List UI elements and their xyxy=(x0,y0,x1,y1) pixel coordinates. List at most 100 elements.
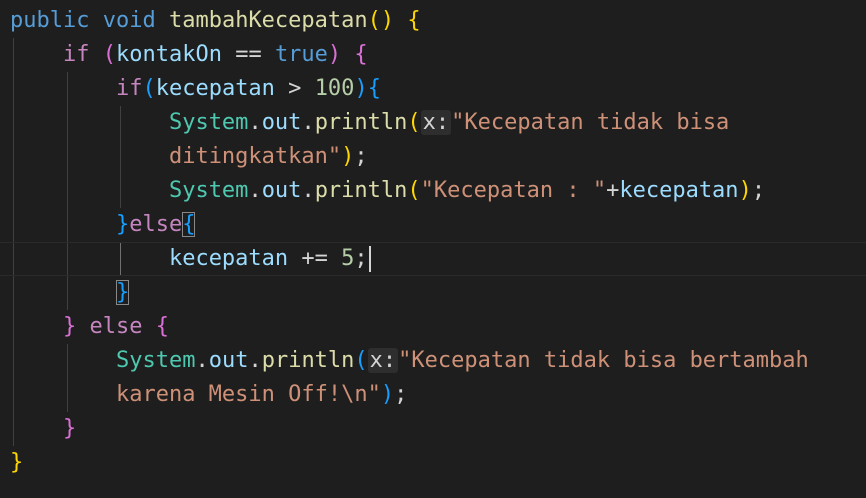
code-token: ( xyxy=(354,348,368,373)
code-token: { xyxy=(367,76,381,101)
code-editor[interactable]: public void tambahKecepatan() { if (kont… xyxy=(0,0,866,498)
code-token: += xyxy=(288,246,342,271)
code-token: . xyxy=(248,110,262,135)
code-token: ; xyxy=(354,144,368,169)
code-token: kontakOn xyxy=(115,42,222,67)
code-token: ditingkatkan" xyxy=(168,144,342,169)
text-cursor xyxy=(368,246,371,272)
code-token: out xyxy=(208,348,249,373)
code-line[interactable]: kecepatan += 5; xyxy=(0,242,866,276)
code-token: out xyxy=(261,178,302,203)
code-token: } xyxy=(115,280,130,305)
code-token: out xyxy=(261,110,302,135)
code-token: println xyxy=(314,110,408,135)
code-line[interactable]: }else{ xyxy=(0,208,866,242)
code-token: public xyxy=(10,8,90,33)
code-token: . xyxy=(248,178,262,203)
code-line[interactable]: } xyxy=(0,446,866,480)
code-token: ( xyxy=(407,178,421,203)
code-token: else xyxy=(129,212,183,237)
code-token: System xyxy=(168,178,249,203)
code-token: "Kecepatan tidak bisa bertambah xyxy=(398,348,809,373)
code-token: println xyxy=(314,178,408,203)
code-token: if xyxy=(62,42,90,67)
code-token: { xyxy=(354,42,368,67)
code-line[interactable]: if(kecepatan > 100){ xyxy=(0,72,866,106)
code-token: ( xyxy=(142,76,156,101)
code-token: ; xyxy=(394,382,408,407)
code-token: ) xyxy=(738,178,752,203)
code-token: () xyxy=(367,8,395,33)
code-token: + xyxy=(606,178,620,203)
code-token: . xyxy=(248,348,262,373)
code-token: true xyxy=(274,42,328,67)
code-token: ) xyxy=(354,76,368,101)
code-token: } xyxy=(10,450,24,475)
parameter-hint: x: xyxy=(420,110,452,135)
code-token: . xyxy=(195,348,209,373)
parameter-hint: x: xyxy=(367,348,399,373)
code-token: ; xyxy=(354,246,368,271)
code-token: } xyxy=(62,416,77,441)
code-token: . xyxy=(301,178,315,203)
code-token: "Kecepatan : " xyxy=(420,178,607,203)
code-token: { xyxy=(155,314,169,339)
code-token: { xyxy=(182,212,196,237)
code-token: tambahKecepatan xyxy=(168,8,368,33)
code-token: ; xyxy=(751,178,766,203)
code-token: ) xyxy=(341,144,355,169)
code-token: if xyxy=(115,76,143,101)
code-token: 5 xyxy=(341,246,355,271)
code-token: kecepatan xyxy=(619,178,739,203)
code-line[interactable]: if (kontakOn == true) { xyxy=(0,38,866,72)
code-token: ( xyxy=(102,42,116,67)
code-token: ) xyxy=(327,42,342,67)
code-token: karena Mesin Off!\n" xyxy=(115,382,381,407)
code-line[interactable]: ditingkatkan"); xyxy=(0,140,866,174)
code-line[interactable]: } xyxy=(0,276,866,310)
code-token: kecepatan xyxy=(168,246,289,271)
code-token: "Kecepatan tidak bisa xyxy=(451,110,730,135)
code-line[interactable]: karena Mesin Off!\n"); xyxy=(0,378,866,412)
code-token: ) xyxy=(380,382,395,407)
code-token: System xyxy=(115,348,196,373)
code-line[interactable]: } xyxy=(0,412,866,446)
code-token: > xyxy=(274,76,315,101)
code-line[interactable]: } else { xyxy=(0,310,866,344)
code-token: . xyxy=(301,110,315,135)
code-token: else xyxy=(89,314,143,339)
code-token: kecepatan xyxy=(155,76,275,101)
code-token: void xyxy=(102,8,156,33)
code-token: } xyxy=(115,212,130,237)
code-line[interactable]: System.out.println("Kecepatan : "+kecepa… xyxy=(0,174,866,208)
code-token: 100 xyxy=(314,76,355,101)
code-token: println xyxy=(261,348,355,373)
code-token: == xyxy=(221,42,275,67)
code-line[interactable]: System.out.println(x:"Kecepatan tidak bi… xyxy=(0,106,866,140)
code-token: { xyxy=(407,8,421,33)
code-token: ( xyxy=(407,110,421,135)
code-token: } xyxy=(62,314,77,339)
code-line[interactable]: public void tambahKecepatan() { xyxy=(0,4,866,38)
code-line[interactable]: System.out.println(x:"Kecepatan tidak bi… xyxy=(0,344,866,378)
code-token: System xyxy=(168,110,249,135)
